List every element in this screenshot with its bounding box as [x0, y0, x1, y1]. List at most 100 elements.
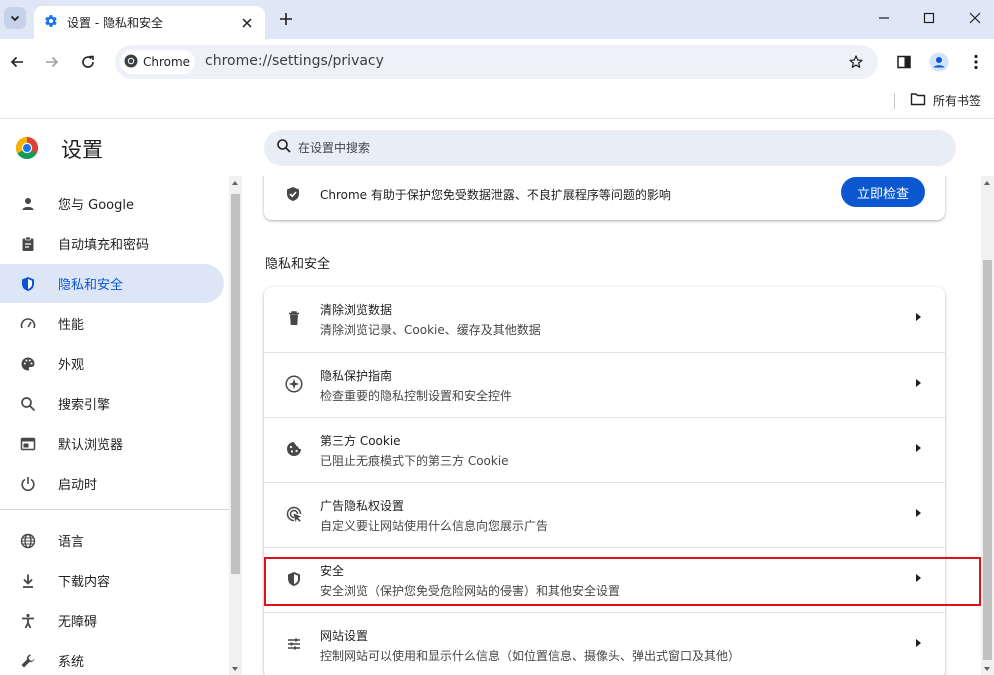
trash-icon	[284, 308, 304, 328]
sidebar-item-label: 语言	[58, 535, 85, 550]
sidebar-scrollbar[interactable]	[229, 176, 242, 675]
row-title: 安全	[320, 564, 345, 578]
close-window-icon[interactable]	[962, 6, 988, 30]
clipboard-icon	[18, 234, 38, 254]
row-subtitle: 清除浏览记录、Cookie、缓存及其他数据	[320, 323, 541, 337]
row-subtitle: 安全浏览（保护您免受危险网站的侵害）和其他安全设置	[320, 584, 621, 598]
sidebar-item-on-startup[interactable]: 启动时	[0, 464, 224, 503]
main-scrollbar[interactable]	[981, 176, 994, 675]
tab-search-button[interactable]	[4, 7, 26, 29]
search-icon	[18, 394, 38, 414]
scrollbar-thumb[interactable]	[983, 260, 992, 660]
chevron-right-icon	[916, 574, 921, 582]
url-text[interactable]: chrome://settings/privacy	[205, 53, 384, 69]
profile-icon[interactable]	[928, 51, 950, 73]
address-bar[interactable]: Chrome chrome://settings/privacy	[115, 45, 878, 79]
sidebar-item-label: 默认浏览器	[58, 438, 124, 453]
sidebar-item-system[interactable]: 系统	[0, 641, 224, 675]
star-icon[interactable]	[846, 52, 866, 72]
safety-check-text: Chrome 有助于保护您免受数据泄露、不良扩展程序等问题的影响	[320, 188, 671, 202]
active-tab[interactable]: 设置 - 隐私和安全	[34, 6, 265, 39]
row-third-party-cookies[interactable]: 第三方 Cookie 已阻止无痕模式下的第三方 Cookie	[264, 417, 945, 482]
sidebar-divider	[0, 509, 229, 510]
wrench-icon	[18, 651, 38, 671]
scroll-down-arrow-icon[interactable]	[984, 667, 990, 671]
settings-sidebar: 您与 Google 自动填充和密码 隐私和安全 性能 外观 搜索引擎 默认浏览器…	[0, 176, 229, 675]
check-now-button[interactable]: 立即检查	[841, 177, 925, 207]
sidebar-item-languages[interactable]: 语言	[0, 521, 224, 560]
tab-strip: 设置 - 隐私和安全	[0, 0, 994, 39]
privacy-list-card: 清除浏览数据 清除浏览记录、Cookie、缓存及其他数据 隐私保护指南 检查重要…	[264, 287, 945, 675]
sidebar-item-search-engine[interactable]: 搜索引擎	[0, 384, 224, 423]
sidebar-item-performance[interactable]: 性能	[0, 304, 224, 343]
sidebar-item-label: 搜索引擎	[58, 398, 111, 413]
cookie-icon	[284, 439, 304, 459]
safety-check-card: Chrome 有助于保护您免受数据泄露、不良扩展程序等问题的影响 立即检查	[264, 176, 945, 220]
page-title: 设置	[61, 138, 103, 162]
gear-icon	[44, 13, 58, 32]
sidebar-item-label: 性能	[58, 318, 85, 333]
row-ad-privacy[interactable]: 广告隐私权设置 自定义要让网站使用什么信息向您展示广告	[264, 482, 945, 547]
sidebar-item-default-browser[interactable]: 默认浏览器	[0, 424, 224, 463]
row-subtitle: 控制网站可以使用和显示什么信息（如位置信息、摄像头、弹出式窗口及其他）	[320, 649, 741, 663]
sidebar-item-autofill[interactable]: 自动填充和密码	[0, 224, 224, 263]
browser-window-icon	[18, 434, 38, 454]
shield-check-icon	[283, 184, 303, 204]
scrollbar-thumb[interactable]	[231, 194, 240, 574]
plus-icon[interactable]	[276, 9, 296, 29]
row-privacy-guide[interactable]: 隐私保护指南 检查重要的隐私控制设置和安全控件	[264, 352, 945, 417]
chevron-down-icon	[9, 9, 21, 28]
site-info-chip[interactable]: Chrome	[120, 50, 195, 74]
shield-icon	[18, 274, 38, 294]
section-title: 隐私和安全	[265, 257, 331, 272]
all-bookmarks-label: 所有书签	[933, 94, 982, 108]
sidebar-item-label: 自动填充和密码	[58, 238, 150, 253]
sidebar-item-label: 下载内容	[58, 575, 111, 590]
forward-arrow-icon[interactable]	[41, 51, 63, 73]
settings-main: Chrome 有助于保护您免受数据泄露、不良扩展程序等问题的影响 立即检查 隐私…	[242, 176, 981, 675]
sidebar-item-you-and-google[interactable]: 您与 Google	[0, 184, 224, 223]
row-subtitle: 检查重要的隐私控制设置和安全控件	[320, 389, 513, 403]
chevron-right-icon	[916, 379, 921, 387]
row-clear-browsing-data[interactable]: 清除浏览数据 清除浏览记录、Cookie、缓存及其他数据	[264, 287, 945, 352]
folder-icon	[910, 91, 926, 110]
sidebar-item-privacy[interactable]: 隐私和安全	[0, 264, 224, 303]
shield-half-icon	[284, 569, 304, 589]
maximize-icon[interactable]	[916, 6, 942, 30]
all-bookmarks-button[interactable]: 所有书签	[910, 91, 981, 110]
row-site-settings[interactable]: 网站设置 控制网站可以使用和显示什么信息（如位置信息、摄像头、弹出式窗口及其他）	[264, 612, 945, 675]
chevron-right-icon	[916, 313, 921, 321]
tune-icon	[284, 634, 304, 654]
scroll-up-arrow-icon[interactable]	[984, 181, 990, 185]
row-security[interactable]: 安全 安全浏览（保护您免受危险网站的侵害）和其他安全设置	[264, 547, 945, 612]
sidebar-item-accessibility[interactable]: 无障碍	[0, 601, 224, 640]
person-icon	[18, 194, 38, 214]
globe-icon	[18, 531, 38, 551]
back-arrow-icon[interactable]	[6, 51, 28, 73]
minimize-icon[interactable]	[871, 6, 897, 30]
settings-search[interactable]	[264, 130, 956, 166]
sidebar-item-label: 隐私和安全	[58, 278, 124, 293]
reload-icon[interactable]	[77, 51, 99, 73]
chevron-right-icon	[916, 444, 921, 452]
row-subtitle: 自定义要让网站使用什么信息向您展示广告	[320, 519, 549, 533]
scroll-up-arrow-icon[interactable]	[232, 181, 238, 185]
sidebar-item-appearance[interactable]: 外观	[0, 344, 224, 383]
side-panel-icon[interactable]	[893, 51, 915, 73]
close-icon[interactable]	[239, 15, 255, 31]
sidebar-item-downloads[interactable]: 下载内容	[0, 561, 224, 600]
palette-icon	[18, 354, 38, 374]
kebab-menu-icon[interactable]	[965, 51, 987, 73]
sidebar-item-label: 无障碍	[58, 615, 98, 630]
power-icon	[18, 474, 38, 494]
row-title: 隐私保护指南	[320, 369, 393, 383]
chrome-logo-icon	[15, 136, 39, 160]
sidebar-item-label: 您与 Google	[58, 198, 134, 213]
search-input[interactable]	[298, 141, 898, 155]
chip-label: Chrome	[143, 55, 191, 69]
compass-icon	[284, 374, 304, 394]
scroll-down-arrow-icon[interactable]	[232, 667, 238, 671]
sidebar-item-label: 启动时	[58, 478, 98, 493]
search-icon	[276, 138, 292, 158]
chevron-right-icon	[916, 509, 921, 517]
